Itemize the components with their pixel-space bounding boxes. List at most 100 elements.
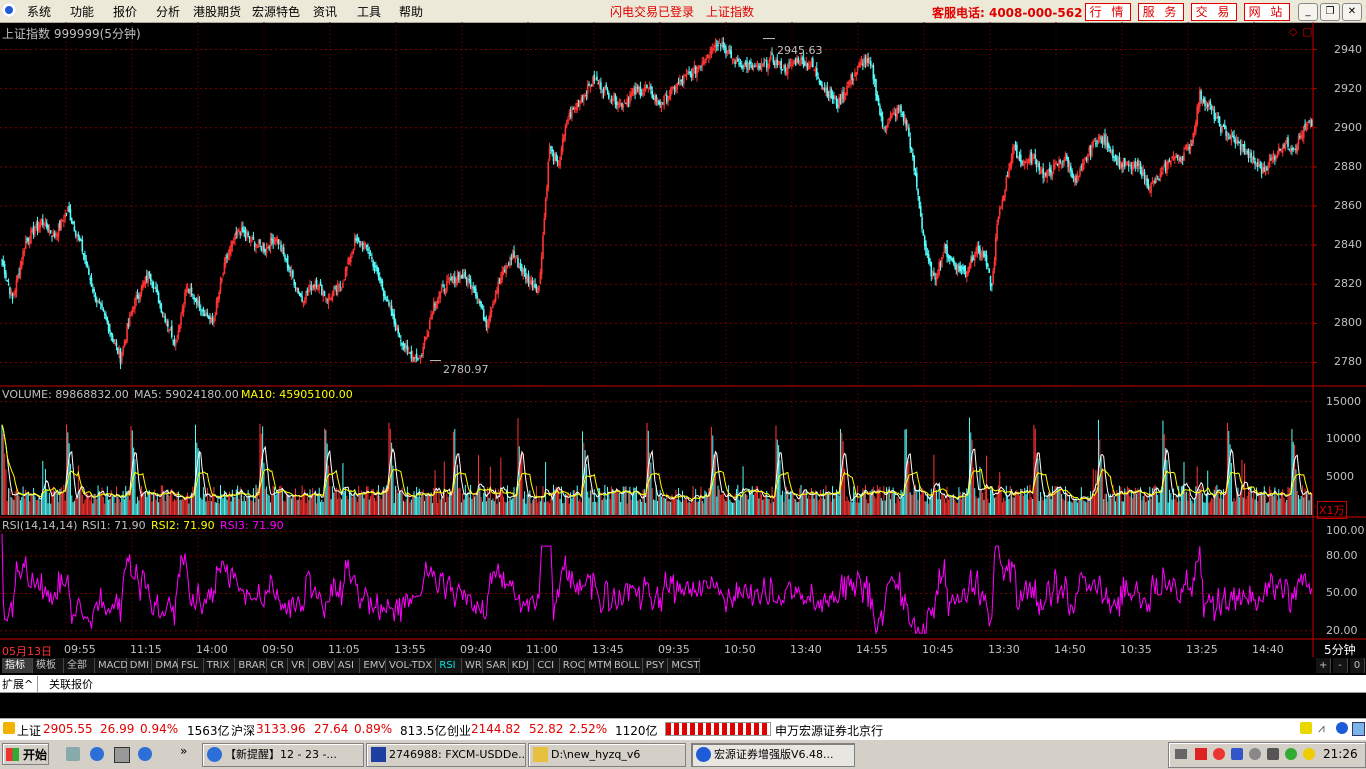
candle-body xyxy=(490,309,493,312)
menu-help[interactable]: 帮助 xyxy=(399,3,423,20)
indicator-tab-vr[interactable]: VR xyxy=(288,658,310,673)
candle-body xyxy=(987,264,989,267)
candle-body xyxy=(30,230,32,244)
trade-button[interactable]: 交 易 xyxy=(1191,3,1237,21)
taskbar-item-browser[interactable]: 【新提醒】12 - 23 -... xyxy=(202,743,364,767)
menu-info[interactable]: 资讯 xyxy=(313,3,337,20)
volume-tick-label: 5000 xyxy=(1326,470,1354,484)
quote-button[interactable]: 行 情 xyxy=(1085,3,1131,21)
related-quotes-tab[interactable]: 关联报价 xyxy=(49,676,93,692)
menu-analysis[interactable]: 分析 xyxy=(156,3,180,20)
taskbar-item-hongyuan[interactable]: 宏源证券增强版V6.48... xyxy=(691,743,855,767)
indicator-tab-fsl[interactable]: FSL xyxy=(178,658,204,673)
indicator-tab-dmi[interactable]: DMI xyxy=(126,658,153,673)
period-label[interactable]: 5分钟 xyxy=(1324,641,1356,658)
indicator-tab-全部[interactable]: 全部 xyxy=(64,658,95,673)
candle-body xyxy=(90,277,93,287)
candle-body xyxy=(42,219,44,226)
indicator-tab-sar[interactable]: SAR xyxy=(483,658,509,673)
candle-body xyxy=(15,279,18,293)
menu-tools[interactable]: 工具 xyxy=(357,3,381,20)
candle-body xyxy=(1212,108,1214,110)
notice-icon[interactable] xyxy=(1300,722,1312,734)
menu-hongyuan[interactable]: 宏源特色 xyxy=(252,3,300,20)
rsi-tick-label: 80.00 xyxy=(1326,549,1358,563)
network-icon[interactable] xyxy=(1285,748,1297,760)
indicator-tab-trix[interactable]: TRIX xyxy=(203,658,236,673)
indicator-tab-boll[interactable]: BOLL xyxy=(611,658,643,673)
chart-maximize-icon[interactable]: ▢ xyxy=(1302,25,1312,38)
chart-canvas[interactable] xyxy=(0,22,1366,660)
chart-settings-icon[interactable]: ◇ xyxy=(1289,25,1297,38)
indicator-tab-obv[interactable]: OBV xyxy=(309,658,335,673)
candle-body xyxy=(925,244,927,256)
minimize-icon[interactable]: _ xyxy=(1298,3,1318,21)
quicklaunch-ie-icon[interactable] xyxy=(90,747,104,761)
monitor-icon[interactable] xyxy=(1352,722,1365,736)
expand-tab[interactable]: 扩展^ xyxy=(2,676,39,692)
candle-body xyxy=(1158,179,1160,181)
rsi3-value: RSI3: 71.90 xyxy=(220,519,284,532)
menu-hk-futures[interactable]: 港股期货 xyxy=(193,3,241,20)
keyboard-icon[interactable] xyxy=(1175,749,1187,759)
quicklaunch-more-icon[interactable]: » xyxy=(180,744,187,758)
market-icon[interactable] xyxy=(3,722,15,734)
indicator-tab-macd[interactable]: MACD xyxy=(95,658,128,673)
indicator-tab-psy[interactable]: PSY xyxy=(642,658,669,673)
menu-system[interactable]: 系统 xyxy=(27,3,51,20)
quicklaunch-browser-icon[interactable] xyxy=(138,747,152,761)
time-tick-label: 11:00 xyxy=(526,643,558,656)
candle-body xyxy=(510,257,513,260)
antivirus-icon[interactable] xyxy=(1213,748,1225,760)
menu-quote[interactable]: 报价 xyxy=(113,3,137,20)
indicator-tab-mtm[interactable]: MTM xyxy=(585,658,612,673)
taskbar-item-fxcm[interactable]: 2746988: FXCM-USDDe... xyxy=(366,743,526,767)
indicator-tab-rsi[interactable]: RSI xyxy=(436,658,462,673)
zoom-out-button[interactable]: - xyxy=(1333,658,1348,673)
taskbar-item-folder[interactable]: D:\new_hyzq_v6 xyxy=(528,743,686,767)
indicator-tab-指标[interactable]: 指标 xyxy=(2,658,33,673)
candle-body xyxy=(227,254,230,257)
zoom-reset-button[interactable]: 0 xyxy=(1350,658,1365,673)
shield-icon[interactable] xyxy=(1231,748,1243,760)
indicator-tab-模板[interactable]: 模板 xyxy=(33,658,64,673)
candle-body xyxy=(561,138,564,152)
quicklaunch-desktop-icon[interactable] xyxy=(66,747,80,761)
indicator-tab-dma[interactable]: DMA xyxy=(152,658,179,673)
indicator-tab-cr[interactable]: CR xyxy=(267,658,289,673)
candle-body xyxy=(717,44,719,46)
settings-tray-icon[interactable] xyxy=(1249,748,1261,760)
extension-bar: 扩展^ 关联报价 xyxy=(0,675,1366,693)
app-logo-icon[interactable] xyxy=(2,3,16,17)
candle-body xyxy=(1026,163,1029,165)
flag-icon[interactable] xyxy=(1195,748,1207,760)
candle-body xyxy=(477,299,480,301)
indicator-tab-asi[interactable]: ASI xyxy=(334,658,361,673)
clock[interactable]: 21:26 xyxy=(1323,747,1358,761)
service-button[interactable]: 服 务 xyxy=(1138,3,1184,21)
zoom-in-button[interactable]: + xyxy=(1316,658,1331,673)
flash-trade-status[interactable]: 闪电交易已登录 xyxy=(610,3,694,20)
candle-body xyxy=(933,272,935,276)
indicator-tab-kdj[interactable]: KDJ xyxy=(508,658,535,673)
close-icon[interactable]: ✕ xyxy=(1342,3,1362,21)
candle-body xyxy=(63,220,65,222)
indicator-tab-mcst[interactable]: MCST xyxy=(668,658,701,673)
connection-icon[interactable] xyxy=(1336,722,1348,734)
website-button[interactable]: 网 站 xyxy=(1244,3,1290,21)
indicator-tab-emv[interactable]: EMV xyxy=(360,658,386,673)
start-button[interactable]: 开始 xyxy=(2,743,49,765)
restore-icon[interactable]: ❐ xyxy=(1320,3,1340,21)
chart-area[interactable]: 上证指数 999999(5分钟) ◇ ▢ 2945.63 2780.97 VOL… xyxy=(0,22,1366,660)
menu-function[interactable]: 功能 xyxy=(70,3,94,20)
candle-body xyxy=(325,297,327,299)
indicator-tab-cci[interactable]: CCI xyxy=(534,658,560,673)
quicklaunch-window-icon[interactable] xyxy=(114,747,130,763)
update-icon[interactable] xyxy=(1303,748,1315,760)
candle-body xyxy=(1296,145,1299,152)
indicator-tab-roc[interactable]: ROC xyxy=(559,658,586,673)
indicator-tab-brar[interactable]: BRAR xyxy=(235,658,268,673)
volume-icon[interactable] xyxy=(1267,748,1279,760)
indicator-tab-vol-tdx[interactable]: VOL-TDX xyxy=(386,658,437,673)
indicator-tab-wr[interactable]: WR xyxy=(462,658,483,673)
